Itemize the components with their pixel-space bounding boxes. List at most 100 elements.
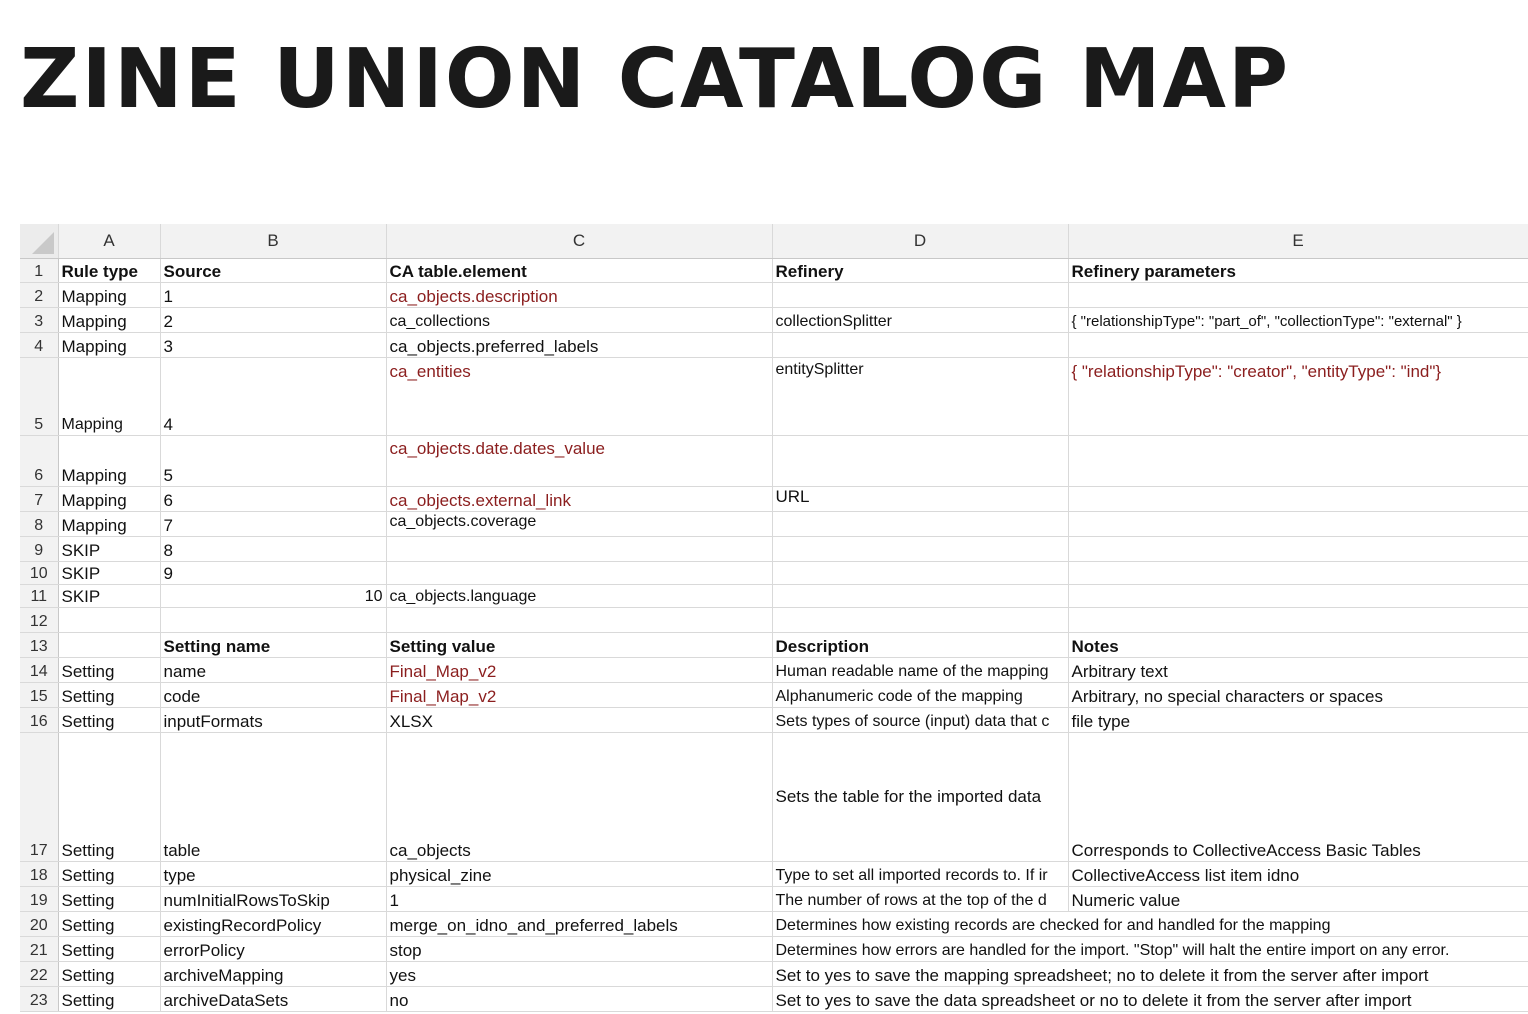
column-header-e[interactable]: E bbox=[1068, 224, 1528, 259]
cell-a[interactable]: Mapping bbox=[58, 332, 161, 358]
cell-e[interactable]: Corresponds to CollectiveAccess Basic Ta… bbox=[1068, 732, 1528, 862]
cell-b[interactable]: 9 bbox=[160, 561, 387, 585]
cell-e[interactable] bbox=[1068, 584, 1528, 608]
row-number[interactable]: 23 bbox=[20, 986, 59, 1012]
column-header-a[interactable]: A bbox=[58, 224, 161, 259]
cell-d[interactable]: entitySplitter bbox=[771, 357, 1069, 436]
row-number[interactable]: 19 bbox=[20, 886, 59, 912]
cell-c[interactable]: XLSX bbox=[386, 707, 773, 733]
cell-e[interactable] bbox=[1068, 435, 1528, 487]
cell-a[interactable]: Mapping bbox=[58, 486, 161, 512]
cell-d[interactable] bbox=[771, 511, 1069, 537]
cell-e[interactable]: CollectiveAccess list item idno bbox=[1068, 861, 1528, 887]
row-number[interactable]: 2 bbox=[20, 282, 59, 308]
column-header-d[interactable]: D bbox=[772, 224, 1069, 259]
cell-e[interactable]: { "relationshipType": "creator", "entity… bbox=[1068, 357, 1528, 436]
cell-c[interactable]: ca_entities bbox=[386, 357, 773, 436]
cell-b[interactable]: 1 bbox=[160, 282, 387, 308]
cell-b[interactable]: archiveMapping bbox=[160, 961, 387, 987]
cell-a[interactable]: Setting bbox=[58, 911, 161, 937]
cell-d[interactable]: collectionSplitter bbox=[771, 307, 1069, 333]
cell-b[interactable]: 7 bbox=[160, 511, 387, 537]
row-number[interactable]: 4 bbox=[20, 332, 59, 358]
row-number[interactable]: 1 bbox=[20, 258, 59, 283]
cell-d[interactable]: Alphanumeric code of the mapping bbox=[771, 682, 1069, 708]
cell-e[interactable] bbox=[1068, 536, 1528, 562]
cell-b[interactable]: type bbox=[160, 861, 387, 887]
cell-d[interactable]: The number of rows at the top of the d bbox=[771, 886, 1069, 912]
cell-a[interactable]: Setting bbox=[58, 961, 161, 987]
row-number[interactable]: 10 bbox=[20, 561, 59, 585]
cell-a[interactable]: Mapping bbox=[58, 435, 161, 487]
cell-a[interactable]: Rule type bbox=[58, 258, 161, 283]
cell-a[interactable]: Setting bbox=[58, 732, 161, 862]
cell-d[interactable]: Type to set all imported records to. If … bbox=[771, 861, 1069, 887]
cell-a[interactable] bbox=[58, 607, 161, 633]
cell-b[interactable]: name bbox=[160, 657, 387, 683]
cell-a[interactable]: Mapping bbox=[58, 357, 161, 436]
cell-c[interactable]: ca_objects.date.dates_value bbox=[386, 435, 773, 487]
cell-d[interactable]: Set to yes to save the data spreadsheet … bbox=[771, 986, 1528, 1012]
row-number[interactable]: 13 bbox=[20, 632, 59, 658]
row-number[interactable]: 11 bbox=[20, 584, 59, 608]
cell-e[interactable] bbox=[1068, 511, 1528, 537]
cell-b[interactable]: table bbox=[160, 732, 387, 862]
cell-e[interactable] bbox=[1068, 607, 1528, 633]
cell-b[interactable]: numInitialRowsToSkip bbox=[160, 886, 387, 912]
row-number[interactable]: 17 bbox=[20, 732, 59, 862]
cell-d[interactable] bbox=[771, 584, 1069, 608]
cell-c[interactable]: ca_objects.language bbox=[386, 584, 773, 608]
row-number[interactable]: 14 bbox=[20, 657, 59, 683]
cell-e[interactable]: file type bbox=[1068, 707, 1528, 733]
cell-d[interactable] bbox=[771, 536, 1069, 562]
cell-a[interactable]: SKIP bbox=[58, 536, 161, 562]
cell-a[interactable]: Setting bbox=[58, 986, 161, 1012]
cell-c[interactable] bbox=[386, 536, 773, 562]
row-number[interactable]: 18 bbox=[20, 861, 59, 887]
cell-c[interactable]: CA table.element bbox=[386, 258, 773, 283]
cell-a[interactable]: Setting bbox=[58, 682, 161, 708]
cell-c[interactable] bbox=[386, 607, 773, 633]
cell-b[interactable]: 2 bbox=[160, 307, 387, 333]
cell-b[interactable]: code bbox=[160, 682, 387, 708]
cell-c[interactable]: physical_zine bbox=[386, 861, 773, 887]
cell-e[interactable] bbox=[1068, 332, 1528, 358]
cell-d[interactable]: Sets the table for the imported data bbox=[771, 732, 1069, 862]
cell-c[interactable]: Final_Map_v2 bbox=[386, 682, 773, 708]
cell-d[interactable] bbox=[771, 561, 1069, 585]
cell-a[interactable]: Mapping bbox=[58, 282, 161, 308]
row-number[interactable]: 3 bbox=[20, 307, 59, 333]
cell-c[interactable]: 1 bbox=[386, 886, 773, 912]
cell-c[interactable]: ca_objects.coverage bbox=[386, 511, 773, 537]
cell-a[interactable]: SKIP bbox=[58, 584, 161, 608]
cell-d[interactable]: Human readable name of the mapping bbox=[771, 657, 1069, 683]
cell-d[interactable]: Sets types of source (input) data that c bbox=[771, 707, 1069, 733]
cell-b[interactable]: existingRecordPolicy bbox=[160, 911, 387, 937]
cell-c[interactable]: ca_collections bbox=[386, 307, 773, 333]
cell-a[interactable]: Mapping bbox=[58, 307, 161, 333]
cell-b[interactable]: archiveDataSets bbox=[160, 986, 387, 1012]
cell-a[interactable]: Setting bbox=[58, 886, 161, 912]
cell-b[interactable]: 10 bbox=[160, 584, 387, 608]
row-number[interactable]: 22 bbox=[20, 961, 59, 987]
cell-c[interactable]: ca_objects.external_link bbox=[386, 486, 773, 512]
column-header-b[interactable]: B bbox=[160, 224, 387, 259]
cell-a[interactable]: Setting bbox=[58, 861, 161, 887]
cell-a[interactable]: Setting bbox=[58, 936, 161, 962]
cell-a[interactable]: SKIP bbox=[58, 561, 161, 585]
cell-d[interactable]: Refinery bbox=[771, 258, 1069, 283]
row-number[interactable]: 20 bbox=[20, 911, 59, 937]
cell-d[interactable] bbox=[771, 332, 1069, 358]
cell-e[interactable]: Arbitrary, no special characters or spac… bbox=[1068, 682, 1528, 708]
cell-d[interactable] bbox=[771, 435, 1069, 487]
cell-c[interactable]: Setting value bbox=[386, 632, 773, 658]
cell-e[interactable] bbox=[1068, 561, 1528, 585]
cell-b[interactable]: Setting name bbox=[160, 632, 387, 658]
cell-e[interactable]: { "relationshipType": "part_of", "collec… bbox=[1068, 307, 1528, 333]
cell-a[interactable] bbox=[58, 632, 161, 658]
cell-c[interactable]: Final_Map_v2 bbox=[386, 657, 773, 683]
row-number[interactable]: 21 bbox=[20, 936, 59, 962]
cell-b[interactable]: errorPolicy bbox=[160, 936, 387, 962]
row-number[interactable]: 16 bbox=[20, 707, 59, 733]
column-header-c[interactable]: C bbox=[386, 224, 773, 259]
